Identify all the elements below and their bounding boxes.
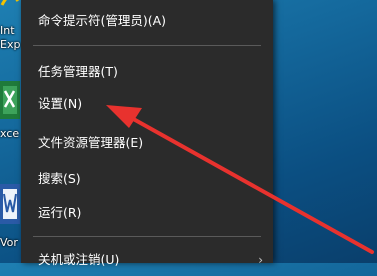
menu-item-run[interactable]: 运行(R) <box>21 197 273 229</box>
menu-separator <box>33 45 261 46</box>
menu-item-settings[interactable]: 设置(N) <box>21 88 273 120</box>
chevron-right-icon: › <box>258 253 263 267</box>
power-user-context-menu: 命令提示符(管理员)(A) 任务管理器(T) 设置(N) 文件资源管理器(E) … <box>21 0 273 267</box>
menu-item-task-manager[interactable]: 任务管理器(T) <box>21 56 273 88</box>
desktop-icon-label: Int <box>0 24 15 37</box>
menu-item-shutdown-signout[interactable]: 关机或注销(U) › <box>21 244 273 276</box>
desktop-icon-label: xce <box>0 127 20 140</box>
desktop-icon-label: Vor <box>0 236 18 249</box>
menu-item-search[interactable]: 搜索(S) <box>21 163 273 195</box>
menu-item-label: 关机或注销(U) <box>38 252 120 267</box>
desktop-icon-label: Exp <box>0 38 21 51</box>
menu-item-file-explorer[interactable]: 文件资源管理器(E) <box>21 127 273 159</box>
menu-item-command-prompt-admin[interactable]: 命令提示符(管理员)(A) <box>21 5 273 37</box>
word-icon <box>0 180 22 232</box>
internet-explorer-icon <box>0 0 20 13</box>
menu-separator <box>33 236 261 237</box>
excel-icon <box>0 77 22 127</box>
